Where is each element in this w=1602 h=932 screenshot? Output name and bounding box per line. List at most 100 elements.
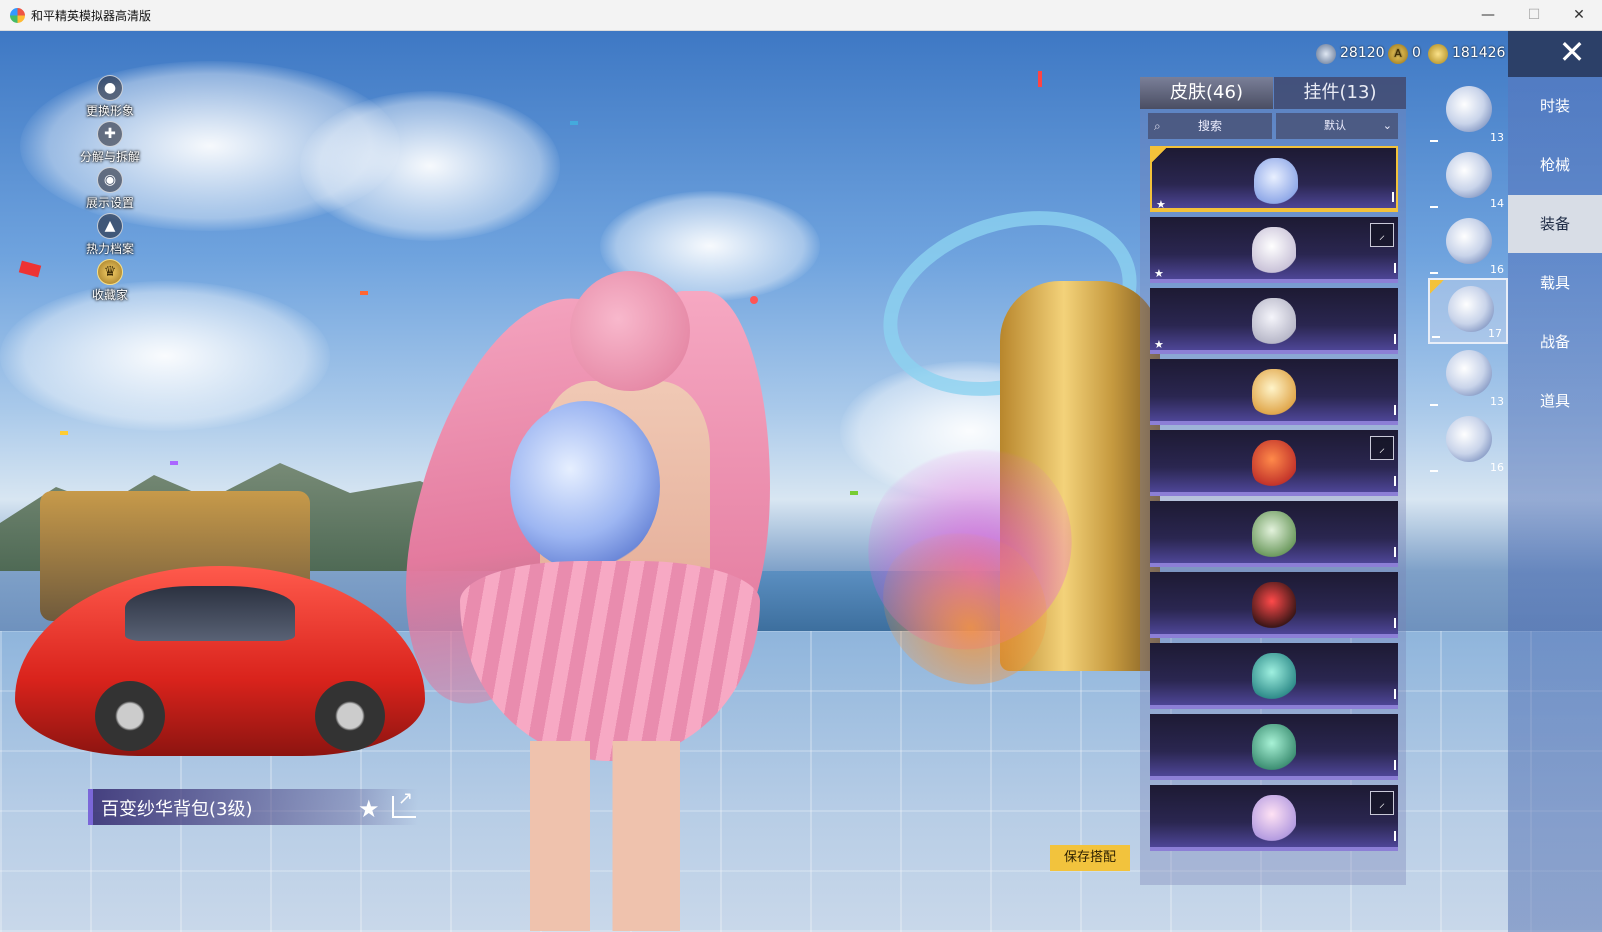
close-area [1508,31,1602,77]
save-outfit-button[interactable]: 保存搭配 [1050,845,1130,871]
panel-toolbar: ⌕ 搜索 默认 ⌄ [1148,113,1398,139]
flame-icon: ▲ [97,213,123,239]
confetti [850,491,858,495]
category-tab[interactable]: 战备 [1508,313,1602,371]
gold-coupon-icon [1428,44,1448,64]
skins-panel: 皮肤(46) 挂件(13) ⌕ 搜索 默认 ⌄ ★ ★ ⸝ ★ ⸝ ⸝ [1140,77,1406,885]
red-fox-backpack-icon [1252,440,1296,488]
card-edge-mark [1394,547,1396,557]
slot-mark [1430,404,1438,406]
slot-mark [1430,272,1438,274]
slot-count: 16 [1490,461,1504,474]
backpack-slot-icon [1446,218,1492,264]
collector-badge-icon: ♛ [97,259,123,285]
favorite-star-icon[interactable]: ★ [358,795,380,823]
search-label: 搜索 [1197,119,1222,133]
cloud [300,91,560,241]
flower-backpack [510,401,660,571]
car-wheel [95,681,165,751]
category-tab[interactable]: 道具 [1508,372,1602,430]
category-tab[interactable]: 时装 [1508,77,1602,135]
effect-badge-icon: ⸝ [1370,791,1394,815]
sort-dropdown[interactable]: 默认 ⌄ [1276,113,1398,139]
slot-mark [1432,336,1440,338]
backpack-slot[interactable]: 17 [1428,278,1508,344]
menu-label: 收藏家 [91,288,128,302]
share-icon[interactable] [392,788,416,818]
display-settings-button[interactable]: ◉ 展示设置 [70,167,150,213]
left-side-menu: ● 更换形象 ✚ 分解与拆解 ◉ 展示设置 ▲ 热力档案 ♛ 收藏家 [70,75,150,305]
skin-item-card[interactable] [1150,643,1398,709]
tab-pendants[interactable]: 挂件(13) [1274,77,1406,109]
currency-value: 28120 [1340,45,1385,61]
category-tab[interactable]: 装备 [1508,195,1602,253]
slot-mark [1430,206,1438,208]
backpack-slot[interactable]: 13 [1428,80,1508,146]
blue-flower-backpack-icon [1254,158,1298,206]
favorite-star-icon: ★ [1156,198,1166,211]
backpack-slot-icon [1446,350,1492,396]
skin-item-card[interactable]: ⸝ [1150,430,1398,496]
search-button[interactable]: ⌕ 搜索 [1148,113,1272,139]
currency-value: 0 [1412,45,1421,61]
backpack-slot-icon [1446,416,1492,462]
window-close-button[interactable]: ✕ [1556,0,1602,31]
minimize-button[interactable]: — [1465,0,1511,31]
skin-item-card[interactable]: ★ [1150,146,1398,212]
backpack-slot-icon [1446,152,1492,198]
close-icon[interactable]: ✕ [1557,36,1587,68]
teal-globe-backpack-icon [1252,724,1296,772]
character-skirt [460,561,760,761]
character-legs [530,741,680,931]
change-appearance-button[interactable]: ● 更换形象 [70,75,150,121]
tab-skins[interactable]: 皮肤(46) [1140,77,1273,109]
decompose-button[interactable]: ✚ 分解与拆解 [70,121,150,167]
confetti [18,260,42,278]
skin-item-card[interactable] [1150,572,1398,638]
category-tab[interactable]: 枪械 [1508,136,1602,194]
maximize-button[interactable]: ☐ [1511,0,1557,31]
category-tab[interactable]: 载具 [1508,254,1602,312]
globe-coin-icon [1316,44,1336,64]
gold-a-coin-icon: A [1388,44,1408,64]
window-titlebar: 和平精英模拟器高清版 — ☐ ✕ [0,0,1602,31]
effect-badge-icon: ⸝ [1370,436,1394,460]
backpack-slot[interactable]: 16 [1428,410,1508,476]
confetti [170,461,178,465]
skin-item-card[interactable]: ★ ⸝ [1150,217,1398,283]
chevron-down-icon: ⌄ [1382,119,1392,132]
skin-item-card[interactable]: ★ [1150,288,1398,354]
confetti [360,291,368,295]
backpack-slot[interactable]: 14 [1428,146,1508,212]
character-head [570,271,690,391]
effect-badge-icon: ⸝ [1370,223,1394,247]
bunny-cupcake-backpack-icon [1252,369,1296,417]
selected-item-name: 百变纱华背包(3级) [101,799,253,820]
card-edge-mark [1394,334,1396,344]
white-bunny-backpack-icon [1252,298,1296,346]
skin-item-card[interactable] [1150,714,1398,780]
skin-item-card[interactable] [1150,501,1398,567]
card-edge-mark [1394,618,1396,628]
skin-item-card[interactable]: ⸝ [1150,785,1398,851]
card-edge-mark [1394,476,1396,486]
equipped-check-icon [1430,280,1444,294]
card-edge-mark [1394,689,1396,699]
confetti [750,296,758,304]
app-logo-icon [10,8,25,23]
cloud [0,281,330,431]
favorite-star-icon: ★ [1154,338,1164,351]
teal-dragon-backpack-icon [1252,653,1296,701]
backpack-slot[interactable]: 13 [1428,344,1508,410]
slot-mark [1430,470,1438,472]
backpack-slot[interactable]: 16 [1428,212,1508,278]
favorite-star-icon: ★ [1154,267,1164,280]
menu-label: 更换形象 [85,104,134,118]
collector-button[interactable]: ♛ 收藏家 [70,259,150,305]
menu-label: 热力档案 [85,242,134,256]
panel-tabs: 皮肤(46) 挂件(13) [1140,77,1406,109]
skin-item-card[interactable] [1150,359,1398,425]
puzzle-icon: ✚ [97,121,123,147]
heat-profile-button[interactable]: ▲ 热力档案 [70,213,150,259]
backpack-slot-icon [1448,286,1494,332]
